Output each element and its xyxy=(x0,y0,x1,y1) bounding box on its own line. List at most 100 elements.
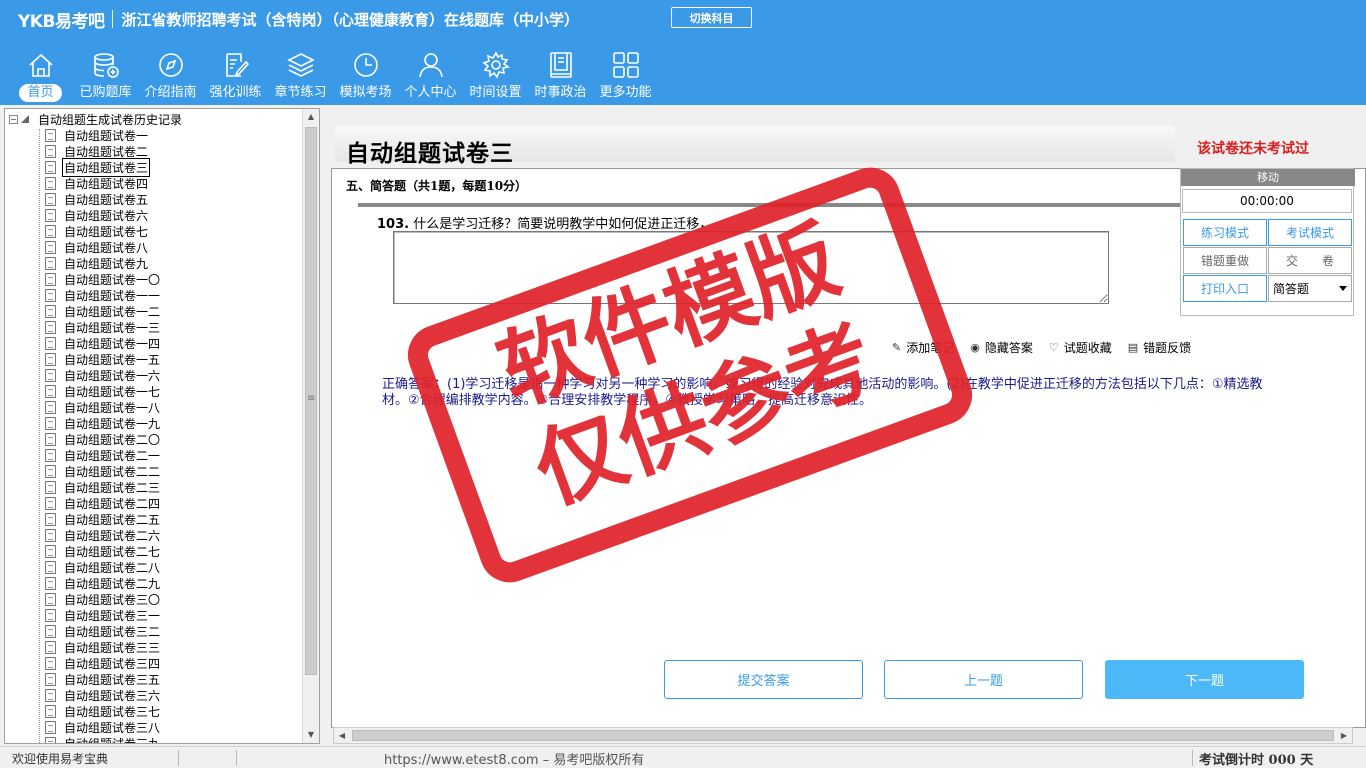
tree-item[interactable]: 自动组题试卷二四 xyxy=(45,495,161,511)
scrollbar-thumb[interactable] xyxy=(305,127,317,675)
tree-item[interactable]: 自动组题试卷二二 xyxy=(45,463,161,479)
tree-item[interactable]: 自动组题试卷一四 xyxy=(45,335,161,351)
tree-item[interactable]: 自动组题试卷三 xyxy=(45,157,161,177)
tree-item[interactable]: 自动组题试卷三三 xyxy=(45,639,161,655)
tree-item[interactable]: 自动组题试卷九 xyxy=(45,255,161,271)
nav-label: 已购题库 xyxy=(79,85,132,100)
paper-title: 自动组题试卷三 xyxy=(346,140,514,167)
submit-paper-button[interactable]: 交 卷 xyxy=(1268,247,1352,274)
document-icon xyxy=(45,160,56,174)
tree-item[interactable]: 自动组题试卷一 xyxy=(45,127,161,143)
tree-item[interactable]: 自动组题试卷六 xyxy=(45,207,161,223)
prev-question-button[interactable]: 上一题 xyxy=(884,660,1083,699)
feedback-icon: ▤ xyxy=(1127,341,1139,354)
tree-item-label: 自动组题试卷三六 xyxy=(64,688,161,703)
practice-mode-button[interactable]: 练习模式 xyxy=(1183,219,1267,246)
panel-move-handle[interactable]: 移动 xyxy=(1181,169,1355,186)
collapse-toggle-icon[interactable]: − xyxy=(9,114,18,124)
chevron-down-icon xyxy=(1339,286,1347,291)
tree-item[interactable]: 自动组题试卷一二 xyxy=(45,303,161,319)
copyright-url: https://www.etest8.com – 易考吧版权所有 xyxy=(384,753,645,768)
tree-item[interactable]: 自动组题试卷一三 xyxy=(45,319,161,335)
nav-training[interactable]: 强化训练 xyxy=(203,48,268,104)
main-nav: 首页 已购题库 介绍指南 强化训练 章节练习 模拟考场 个人中心 时间设置 时事… xyxy=(8,48,658,104)
tree-item[interactable]: 自动组题试卷二七 xyxy=(45,543,161,559)
document-icon xyxy=(45,624,56,638)
tree-item[interactable]: 自动组题试卷一八 xyxy=(45,399,161,415)
tree-item[interactable]: 自动组题试卷一九 xyxy=(45,415,161,431)
tree-item[interactable]: 自动组题试卷二五 xyxy=(45,511,161,527)
document-icon xyxy=(45,544,56,558)
tree-item[interactable]: 自动组题试卷二六 xyxy=(45,527,161,543)
nav-purchased[interactable]: 已购题库 xyxy=(73,48,138,104)
tree-item[interactable]: 自动组题试卷二三 xyxy=(45,479,161,495)
nav-current-affairs[interactable]: 时事政治 xyxy=(528,48,593,104)
clock-icon xyxy=(353,53,378,77)
hscrollbar-thumb[interactable] xyxy=(352,730,1334,741)
brand-divider xyxy=(112,10,114,28)
tree-item-label: 自动组题试卷二二 xyxy=(64,464,161,479)
nav-time-settings[interactable]: 时间设置 xyxy=(463,48,528,104)
tree-item[interactable]: 自动组题试卷二〇 xyxy=(45,431,161,447)
nav-more[interactable]: 更多功能 xyxy=(593,48,658,104)
tree-item[interactable]: 自动组题试卷三八 xyxy=(45,719,161,735)
tree-item[interactable]: 自动组题试卷二八 xyxy=(45,559,161,575)
nav-home[interactable]: 首页 xyxy=(8,48,73,104)
scroll-right-arrow-icon[interactable]: ▶ xyxy=(1336,728,1352,743)
tree-item[interactable]: 自动组题试卷四 xyxy=(45,175,161,191)
tree-item[interactable]: 自动组题试卷一〇 xyxy=(45,271,161,287)
nav-guide[interactable]: 介绍指南 xyxy=(138,48,203,104)
tree-item[interactable]: 自动组题试卷二一 xyxy=(45,447,161,463)
nav-label: 强化训练 xyxy=(209,85,262,100)
tree-item[interactable]: 自动组题试卷三一 xyxy=(45,607,161,623)
tree-scrollbar[interactable]: ▲ ▼ xyxy=(302,109,319,743)
tree-item-label: 自动组题试卷二八 xyxy=(64,560,161,575)
question-stem: 什么是学习迁移？简要说明教学中如何促进正迁移， xyxy=(413,217,713,232)
paper-history-tree[interactable]: − 自动组题生成试卷历史记录 自动组题试卷一 自动组题试卷二 自动组题试卷三 自动组题… xyxy=(4,108,320,744)
tree-item[interactable]: 自动组题试卷三二 xyxy=(45,623,161,639)
tree-item[interactable]: 自动组题试卷三七 xyxy=(45,703,161,719)
tree-item[interactable]: 自动组题试卷七 xyxy=(45,223,161,239)
status-divider xyxy=(1192,750,1193,766)
tree-item[interactable]: 自动组题试卷三九 xyxy=(45,735,161,743)
nav-profile[interactable]: 个人中心 xyxy=(398,48,463,104)
add-note-button[interactable]: ✎ 添加笔记 xyxy=(892,339,954,356)
tree-item[interactable]: 自动组题试卷一六 xyxy=(45,367,161,383)
nav-mock-exam[interactable]: 模拟考场 xyxy=(333,48,398,104)
scroll-up-arrow-icon[interactable]: ▲ xyxy=(303,109,319,125)
error-feedback-button[interactable]: ▤ 错题反馈 xyxy=(1128,339,1191,356)
tree-item-label: 自动组题试卷一三 xyxy=(64,320,161,335)
print-entry-button[interactable]: 打印入口 xyxy=(1183,275,1267,302)
tree-item[interactable]: 自动组题试卷三五 xyxy=(45,671,161,687)
tree-item[interactable]: 自动组题试卷一七 xyxy=(45,383,161,399)
question-type-select[interactable]: 简答题 xyxy=(1268,275,1352,302)
switch-subject-button[interactable]: 切换科目 xyxy=(671,7,752,28)
tree-item[interactable]: 自动组题试卷五 xyxy=(45,191,161,207)
document-icon xyxy=(45,304,56,318)
tree-item[interactable]: 自动组题试卷一一 xyxy=(45,287,161,303)
tree-item[interactable]: 自动组题试卷二 xyxy=(45,143,161,159)
hide-answer-button[interactable]: ◉ 隐藏答案 xyxy=(970,339,1033,356)
submit-answer-button[interactable]: 提交答案 xyxy=(664,660,863,699)
horizontal-scrollbar[interactable]: ◀ ▶ xyxy=(333,727,1353,744)
tree-item[interactable]: 自动组题试卷三四 xyxy=(45,655,161,671)
redo-wrong-button[interactable]: 错题重做 xyxy=(1183,247,1267,274)
tree-item[interactable]: 自动组题试卷三〇 xyxy=(45,591,161,607)
tree-root[interactable]: − 自动组题生成试卷历史记录 xyxy=(9,111,182,127)
tree-item[interactable]: 自动组题试卷二九 xyxy=(45,575,161,591)
nav-chapter[interactable]: 章节练习 xyxy=(268,48,333,104)
exam-mode-button[interactable]: 考试模式 xyxy=(1268,219,1352,246)
next-question-button[interactable]: 下一题 xyxy=(1105,660,1304,699)
tree-item[interactable]: 自动组题试卷八 xyxy=(45,239,161,255)
favorite-question-button[interactable]: ♡ 试题收藏 xyxy=(1049,339,1112,356)
tree-item-label: 自动组题试卷一八 xyxy=(64,400,161,415)
scroll-down-arrow-icon[interactable]: ▼ xyxy=(303,727,319,743)
document-icon xyxy=(45,320,56,334)
scroll-left-arrow-icon[interactable]: ◀ xyxy=(334,728,350,743)
nav-label: 个人中心 xyxy=(404,85,457,100)
edit-icon xyxy=(225,53,249,77)
tree-item[interactable]: 自动组题试卷一五 xyxy=(45,351,161,367)
tree-item[interactable]: 自动组题试卷三六 xyxy=(45,687,161,703)
answer-input[interactable] xyxy=(393,231,1109,304)
document-icon xyxy=(45,288,56,302)
